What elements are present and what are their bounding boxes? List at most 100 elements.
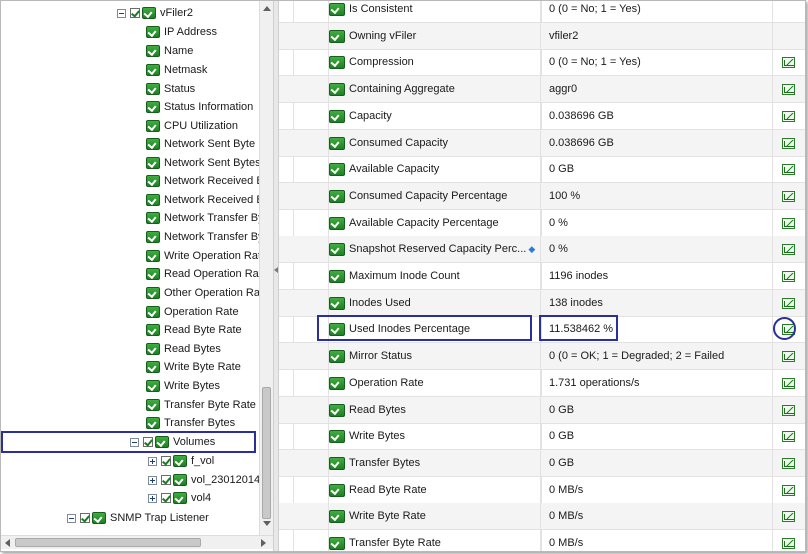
table-row[interactable]: Snapshot Reserved Capacity Perc... ◆ 0 % [279,236,805,264]
expand-icon[interactable] [148,456,157,466]
tree-node-netmask[interactable]: Netmask [146,61,207,79]
monitor-icon [329,136,345,150]
table-row[interactable]: Capacity 0.038696 GB [279,102,805,130]
table-row[interactable]: Inodes Used 138 inodes [279,289,805,317]
checkbox-icon[interactable] [161,456,171,466]
monitor-icon [146,83,160,95]
checkbox-icon[interactable] [80,513,90,523]
tree-node-f-vol[interactable]: f_vol [148,452,214,470]
graph-cell [772,369,805,397]
table-row[interactable]: Containing Aggregate aggr0 [279,76,805,104]
monitor-icon [146,417,160,429]
graph-icon[interactable] [782,511,795,523]
tree-node-transfer-bytes[interactable]: Transfer Bytes [146,414,235,432]
tree-node-read-bytes[interactable]: Read Bytes [146,340,221,358]
tree-node-write-operation-rate[interactable]: Write Operation Rate [146,247,259,265]
graph-icon[interactable] [782,351,795,363]
scroll-right-arrow-icon[interactable] [261,539,266,547]
table-row[interactable]: Mirror Status 0 (0 = OK; 1 = Degraded; 2 … [279,343,805,371]
tree-node-vfiler2[interactable]: vFiler2 [117,4,193,22]
tree-node-read-operation-rate[interactable]: Read Operation Rate [146,265,259,283]
table-row[interactable]: Compression 0 (0 = No; 1 = Yes) [279,49,805,77]
graph-icon[interactable] [782,297,795,309]
expand-icon[interactable] [148,493,157,503]
tree-node-status-information[interactable]: Status Information [146,98,253,116]
metric-name-cell: Operation Rate [328,369,537,397]
tree-node-transfer-byte-rate[interactable]: Transfer Byte Rate [146,396,256,414]
metric-name: Inodes Used [349,296,411,309]
table-row[interactable]: Maximum Inode Count 1196 inodes [279,263,805,290]
graph-icon[interactable] [782,137,795,149]
tree-node-name[interactable]: Name [146,42,193,60]
tree-node-label: Transfer Byte Rate [164,399,256,411]
tree-node-network-transfer-bytes[interactable]: Network Transfer Bytes [146,228,259,246]
graph-icon[interactable] [782,404,795,416]
tree-node-cpu-utilization[interactable]: CPU Utilization [146,117,238,135]
table-row[interactable]: Owning vFiler vfiler2 [279,22,805,50]
graph-icon[interactable] [782,217,795,229]
scroll-thumb[interactable] [15,538,201,547]
tree-node-write-byte-rate[interactable]: Write Byte Rate [146,358,241,376]
table-row[interactable]: Available Capacity 0 GB [279,156,805,184]
tree-node-vol4[interactable]: vol4 [148,489,211,507]
monitor-icon [329,537,345,550]
table-row[interactable]: Available Capacity Percentage 0 % [279,209,805,237]
graph-icon[interactable] [782,244,795,256]
graph-icon[interactable] [782,377,795,389]
graph-icon[interactable] [782,110,795,122]
expand-icon[interactable] [148,475,157,485]
table-row[interactable]: Write Bytes 0 GB [279,423,805,451]
scroll-thumb[interactable] [262,387,271,519]
checkbox-icon[interactable] [161,475,171,485]
scroll-up-arrow-icon[interactable] [263,6,271,11]
tree-node-snmp-trap-listener[interactable]: SNMP Trap Listener [67,509,209,527]
graph-icon[interactable] [782,431,795,443]
tree-node-ip-address[interactable]: IP Address [146,23,217,41]
table-row[interactable]: Read Bytes 0 GB [279,396,805,424]
tree-node-operation-rate[interactable]: Operation Rate [146,303,239,321]
table-row[interactable]: Operation Rate 1.731 operations/s [279,369,805,397]
graph-icon[interactable] [782,190,795,202]
checkbox-icon[interactable] [143,437,153,447]
scroll-down-arrow-icon[interactable] [263,521,271,526]
tree-node-network-transfer-byte-rate[interactable]: Network Transfer Byte R [146,209,259,227]
checkbox-icon[interactable] [161,493,171,503]
tree-node-volumes[interactable]: Volumes [130,433,215,451]
table-row[interactable]: Write Byte Rate 0 MB/s [279,503,805,531]
table-row[interactable]: Consumed Capacity Percentage 100 % [279,182,805,210]
metric-name-cell: Consumed Capacity Percentage [328,182,537,210]
checkbox-icon[interactable] [130,8,140,18]
tree-horizontal-scrollbar[interactable] [1,535,273,549]
tree-node-network-received-bytes[interactable]: Network Received Bytes [146,191,259,209]
table-row[interactable]: Is Consistent 0 (0 = No; 1 = Yes) [279,1,805,23]
graph-icon[interactable] [782,84,795,96]
tree-node-read-byte-rate[interactable]: Read Byte Rate [146,321,242,339]
monitor-icon [146,194,160,206]
scroll-left-arrow-icon[interactable] [5,539,10,547]
tree-node-network-received-byte[interactable]: Network Received Byte [146,172,259,190]
table-row[interactable]: Consumed Capacity 0.038696 GB [279,129,805,157]
tree-node-vol-23012014[interactable]: vol_23012014_1347 [148,471,259,489]
graph-icon[interactable] [782,164,795,176]
tree-node-write-bytes[interactable]: Write Bytes [146,377,220,395]
graph-icon[interactable] [782,271,795,282]
graph-icon[interactable] [782,57,795,69]
tree-node-status[interactable]: Status [146,80,195,98]
tree-node-network-sent-byte-rate[interactable]: Network Sent Byte Rate [146,135,259,153]
table-row[interactable]: Read Byte Rate 0 MB/s [279,476,805,504]
graph-icon[interactable] [782,538,795,549]
monitor-icon [173,474,187,486]
splitter-arrow-icon[interactable] [274,267,278,273]
tree-node-other-operation-rate[interactable]: Other Operation Rate [146,284,259,302]
metric-name-cell: Write Byte Rate [328,503,537,531]
tree-node-network-sent-bytes[interactable]: Network Sent Bytes [146,154,259,172]
collapse-icon[interactable] [67,513,76,523]
graph-icon[interactable] [782,484,795,496]
table-row[interactable]: Transfer Bytes 0 GB [279,449,805,477]
monitor-icon [329,456,345,470]
table-row[interactable]: Transfer Byte Rate 0 MB/s [279,530,805,551]
graph-icon[interactable] [782,457,795,469]
tree-vertical-scrollbar[interactable] [259,1,273,535]
collapse-icon[interactable] [130,437,139,447]
collapse-icon[interactable] [117,8,126,18]
